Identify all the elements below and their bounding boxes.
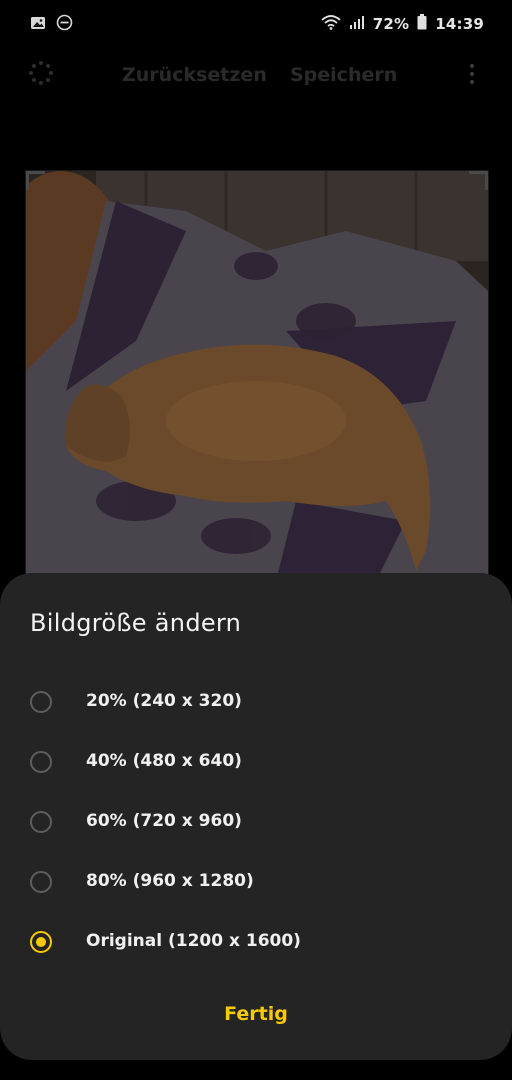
crop-corner-top-left[interactable]: [26, 171, 45, 190]
option-60-percent[interactable]: 60% (720 x 960): [0, 797, 512, 853]
option-label: Original (1200 x 1600): [86, 931, 301, 951]
option-label: 20% (240 x 320): [86, 691, 242, 711]
option-label: 40% (480 x 640): [86, 751, 242, 771]
battery-percent: 72%: [372, 15, 410, 33]
done-button[interactable]: Fertig: [0, 1003, 512, 1025]
option-40-percent[interactable]: 40% (480 x 640): [0, 737, 512, 793]
dialog-title: Bildgröße ändern: [30, 609, 242, 637]
clock: 14:39: [435, 15, 484, 33]
radio-button[interactable]: [30, 751, 52, 773]
radio-button[interactable]: [30, 691, 52, 713]
status-bar-right: 72% 14:39: [321, 14, 484, 34]
option-label: 80% (960 x 1280): [86, 871, 254, 891]
more-options-icon[interactable]: [470, 64, 476, 86]
save-button[interactable]: Speichern: [290, 64, 397, 86]
photo-preview: [25, 170, 489, 582]
cat-photo: [26, 171, 488, 581]
radio-button[interactable]: [30, 811, 52, 833]
auto-enhance-icon[interactable]: [28, 60, 54, 86]
status-bar-left: [30, 14, 73, 35]
resize-dialog: Bildgröße ändern 20% (240 x 320) 40% (48…: [0, 573, 512, 1060]
option-80-percent[interactable]: 80% (960 x 1280): [0, 857, 512, 913]
signal-icon: [349, 14, 365, 34]
option-20-percent[interactable]: 20% (240 x 320): [0, 677, 512, 733]
crop-corner-top-right[interactable]: [469, 171, 488, 190]
image-icon: [30, 15, 46, 35]
editor-toolbar: Zurücksetzen Speichern: [0, 52, 512, 102]
status-bar: 72% 14:39: [0, 0, 512, 50]
radio-button-selected[interactable]: [30, 931, 52, 953]
wifi-icon: [321, 14, 341, 34]
option-label: 60% (720 x 960): [86, 811, 242, 831]
radio-button[interactable]: [30, 871, 52, 893]
option-original[interactable]: Original (1200 x 1600): [0, 917, 512, 973]
battery-icon: [417, 14, 427, 34]
dnd-icon: [56, 14, 73, 35]
reset-button[interactable]: Zurücksetzen: [122, 64, 267, 86]
